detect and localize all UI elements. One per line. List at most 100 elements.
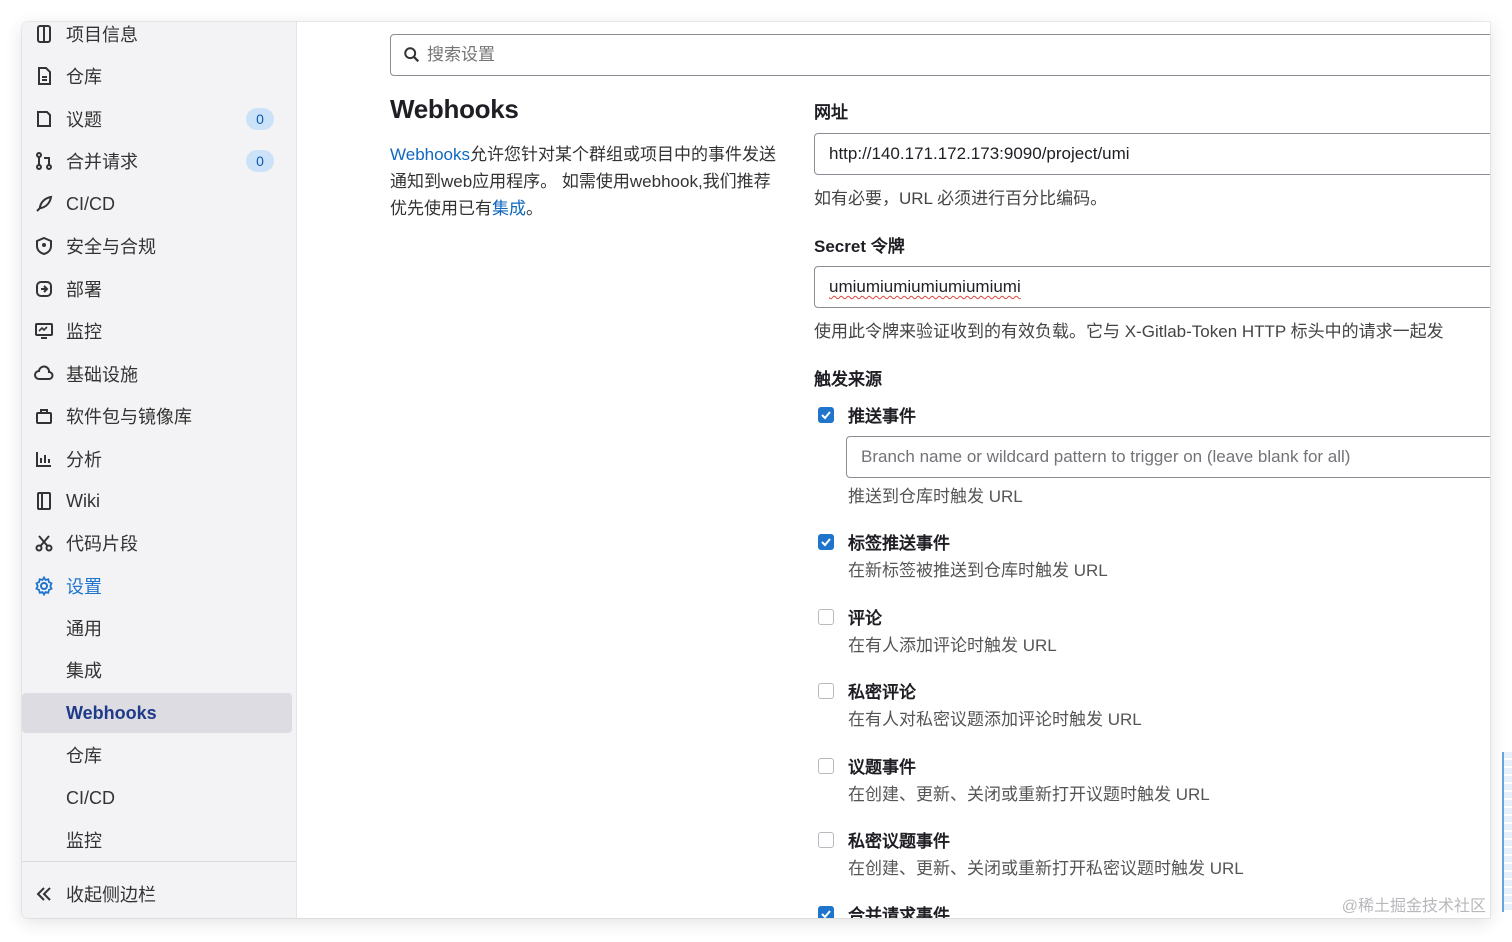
sidebar-sub-general[interactable]: 通用 bbox=[22, 608, 292, 648]
checkbox-description: 推送到仓库时触发 URL bbox=[848, 487, 1023, 506]
sidebar-item-monitor[interactable]: 监控 bbox=[22, 311, 292, 351]
sidebar-item-label: 代码片段 bbox=[66, 534, 138, 554]
checkbox-label: 推送事件 bbox=[848, 407, 916, 426]
checkbox-description: 在新标签被推送到仓库时触发 URL bbox=[848, 561, 1108, 580]
sidebar-item-issues[interactable]: 议题 0 bbox=[22, 99, 292, 139]
document-icon bbox=[33, 65, 55, 87]
sidebar-item-packages[interactable]: 软件包与镜像库 bbox=[22, 396, 292, 436]
sidebar-sub-repository[interactable]: 仓库 bbox=[22, 735, 292, 775]
integrations-link[interactable]: 集成 bbox=[492, 199, 526, 218]
sidebar-item-label: 监控 bbox=[66, 322, 102, 342]
secret-token-field[interactable]: umiumiumiumiumiumiumi bbox=[814, 266, 1490, 308]
chart-icon bbox=[33, 448, 55, 470]
checkbox[interactable] bbox=[818, 831, 834, 848]
sidebar-sub-integrations[interactable]: 集成 bbox=[22, 650, 292, 690]
search-input[interactable] bbox=[427, 45, 1425, 65]
sidebar-item-project-info[interactable]: 项目信息 bbox=[22, 22, 292, 54]
checkbox[interactable] bbox=[818, 406, 834, 423]
monitor-icon bbox=[33, 320, 55, 342]
settings-search[interactable] bbox=[390, 34, 1490, 76]
check-icon bbox=[821, 410, 831, 419]
checkbox[interactable] bbox=[818, 533, 834, 550]
checkbox-label: 私密评论 bbox=[848, 683, 916, 702]
secret-label: Secret 令牌 bbox=[814, 237, 905, 256]
checkbox[interactable] bbox=[818, 905, 834, 918]
sidebar-item-label: 设置 bbox=[66, 577, 102, 597]
sidebar-item-label: 软件包与镜像库 bbox=[66, 407, 192, 427]
branch-filter-input[interactable]: Branch name or wildcard pattern to trigg… bbox=[846, 436, 1490, 478]
sidebar-item-cicd[interactable]: CI/CD bbox=[22, 184, 292, 224]
comments-checkbox[interactable]: 评论 bbox=[818, 604, 882, 629]
checkbox[interactable] bbox=[818, 682, 834, 699]
package-icon bbox=[33, 405, 55, 427]
trigger-label: 触发来源 bbox=[814, 370, 882, 389]
checkbox-label: 私密议题事件 bbox=[848, 832, 950, 851]
rocket-icon bbox=[33, 193, 55, 215]
sidebar-item-infrastructure[interactable]: 基础设施 bbox=[22, 354, 292, 394]
sidebar-divider bbox=[22, 861, 297, 862]
intro-text-end: 。 bbox=[526, 199, 543, 218]
sidebar-item-label: CI/CD bbox=[66, 193, 115, 214]
app-window: 项目信息 仓库 议题 0 合并请求 0 CI/CD 安全与合规 部署 监控 基础… bbox=[22, 22, 1490, 918]
sidebar: 项目信息 仓库 议题 0 合并请求 0 CI/CD 安全与合规 部署 监控 基础… bbox=[22, 22, 297, 918]
sidebar-item-snippets[interactable]: 代码片段 bbox=[22, 523, 292, 563]
url-help: 如有必要，URL 必须进行百分比编码。 bbox=[814, 189, 1108, 208]
webhooks-docs-link[interactable]: Webhooks bbox=[390, 145, 470, 164]
scroll-indicator bbox=[1502, 752, 1512, 912]
sidebar-item-label: 项目信息 bbox=[66, 25, 138, 45]
checkbox-description: 在有人添加评论时触发 URL bbox=[848, 636, 1057, 655]
issues-icon bbox=[33, 108, 55, 130]
shield-icon bbox=[33, 235, 55, 257]
sidebar-item-merge-requests[interactable]: 合并请求 0 bbox=[22, 141, 292, 181]
checkbox-label: 标签推送事件 bbox=[848, 534, 950, 553]
merge-request-events-checkbox[interactable]: 合并请求事件 bbox=[818, 901, 950, 918]
webhooks-intro: Webhooks Webhooks允许您针对某个群组或项目中的事件发送通知到we… bbox=[390, 94, 780, 222]
check-icon bbox=[821, 909, 831, 918]
checkbox-description: 在有人对私密议题添加评论时触发 URL bbox=[848, 710, 1142, 729]
sidebar-item-label: 仓库 bbox=[66, 67, 102, 87]
sidebar-item-analytics[interactable]: 分析 bbox=[22, 439, 292, 479]
sidebar-item-security[interactable]: 安全与合规 bbox=[22, 226, 292, 266]
sidebar-item-label: 安全与合规 bbox=[66, 237, 156, 257]
url-label: 网址 bbox=[814, 103, 848, 122]
confidential-comments-checkbox[interactable]: 私密评论 bbox=[818, 678, 916, 703]
sidebar-item-deploy[interactable]: 部署 bbox=[22, 269, 292, 309]
checkbox[interactable] bbox=[818, 608, 834, 625]
url-field[interactable]: http://140.171.172.173:9090/project/umi bbox=[814, 133, 1490, 175]
count-badge: 0 bbox=[246, 150, 274, 172]
search-icon bbox=[404, 47, 420, 63]
project-icon bbox=[33, 23, 55, 45]
collapse-sidebar-label: 收起侧边栏 bbox=[66, 885, 156, 905]
push-events-checkbox[interactable]: 推送事件 bbox=[818, 402, 916, 427]
page-title: Webhooks bbox=[390, 94, 519, 124]
sidebar-item-label: 基础设施 bbox=[66, 365, 138, 385]
sidebar-item-label: 合并请求 bbox=[66, 152, 138, 172]
sidebar-item-wiki[interactable]: Wiki bbox=[22, 481, 292, 521]
secret-help: 使用此令牌来验证收到的有效负载。它与 X-Gitlab-Token HTTP 标… bbox=[814, 322, 1444, 341]
tag-push-events-checkbox[interactable]: 标签推送事件 bbox=[818, 529, 950, 554]
checkbox-label: 合并请求事件 bbox=[848, 906, 950, 918]
sidebar-sub-cicd[interactable]: CI/CD bbox=[22, 778, 292, 818]
cloud-icon bbox=[33, 363, 55, 385]
checkbox[interactable] bbox=[818, 757, 834, 774]
collapse-sidebar-button[interactable]: 收起侧边栏 bbox=[22, 874, 292, 914]
double-chevron-left-icon bbox=[33, 883, 55, 905]
sidebar-item-label: 分析 bbox=[66, 450, 102, 470]
branch-filter-placeholder: Branch name or wildcard pattern to trigg… bbox=[861, 447, 1351, 466]
sidebar-item-label: 议题 bbox=[66, 110, 102, 130]
gear-icon bbox=[33, 575, 55, 597]
sidebar-sub-webhooks[interactable]: Webhooks bbox=[22, 693, 292, 733]
scissors-icon bbox=[33, 532, 55, 554]
book-icon bbox=[33, 490, 55, 512]
intro-text: Webhooks允许您针对某个群组或项目中的事件发送通知到web应用程序。 如需… bbox=[390, 141, 780, 222]
sidebar-item-settings[interactable]: 设置 bbox=[22, 566, 292, 606]
sidebar-item-label: Wiki bbox=[66, 490, 100, 511]
sidebar-item-repository[interactable]: 仓库 bbox=[22, 56, 292, 96]
sidebar-item-label: 部署 bbox=[66, 280, 102, 300]
merge-request-icon bbox=[33, 150, 55, 172]
check-icon bbox=[821, 537, 831, 546]
sidebar-sub-monitor[interactable]: 监控 bbox=[22, 820, 292, 860]
checkbox-description: 在创建、更新、关闭或重新打开私密议题时触发 URL bbox=[848, 859, 1244, 878]
confidential-issues-checkbox[interactable]: 私密议题事件 bbox=[818, 827, 950, 852]
issues-events-checkbox[interactable]: 议题事件 bbox=[818, 753, 916, 778]
